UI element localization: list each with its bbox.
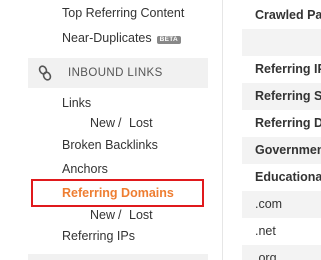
sidebar-item-broken-backlinks[interactable]: Broken Backlinks: [62, 138, 158, 152]
summary-table: Crawled Pa Referring IP Referring Su Ref…: [242, 0, 321, 260]
separator: /: [118, 116, 122, 130]
table-row: .org: [242, 245, 321, 260]
sidebar-item-label: Near-Duplicates: [62, 31, 152, 45]
sidebar-item-referring-ips[interactable]: Referring IPs: [62, 229, 135, 243]
table-row: Governmen: [242, 137, 321, 164]
referring-domains-new-link[interactable]: New: [90, 208, 115, 222]
sidebar-item-near-duplicates[interactable]: Near-Duplicates BETA: [62, 31, 182, 45]
table-row: Referring Do: [255, 116, 321, 130]
table-row: [242, 29, 321, 56]
table-row: .net: [255, 224, 276, 238]
links-lost-link[interactable]: Lost: [129, 116, 153, 130]
chain-link-icon: [38, 65, 52, 81]
table-row: Referring IP: [255, 62, 321, 76]
highlight-box: [31, 179, 204, 207]
inbound-links-section-header[interactable]: INBOUND LINKS: [28, 58, 208, 88]
section-title: INBOUND LINKS: [68, 67, 163, 79]
sidebar-item-links[interactable]: Links: [62, 96, 91, 110]
section-header-partial: [28, 254, 208, 260]
referring-domains-lost-link[interactable]: Lost: [129, 208, 153, 222]
table-row: .com: [242, 191, 321, 218]
sidebar-item-anchors[interactable]: Anchors: [62, 162, 108, 176]
sidebar-item-top-referring-content[interactable]: Top Referring Content: [62, 6, 184, 20]
table-row: Crawled Pa: [255, 8, 321, 22]
links-new-link[interactable]: New: [90, 116, 115, 130]
beta-badge: BETA: [156, 36, 182, 44]
table-row: Educational: [255, 170, 321, 184]
separator: /: [118, 208, 122, 222]
divider: [222, 0, 223, 260]
table-row: Referring Su: [242, 83, 321, 110]
sidebar: Top Referring Content Near-Duplicates BET…: [0, 0, 222, 260]
